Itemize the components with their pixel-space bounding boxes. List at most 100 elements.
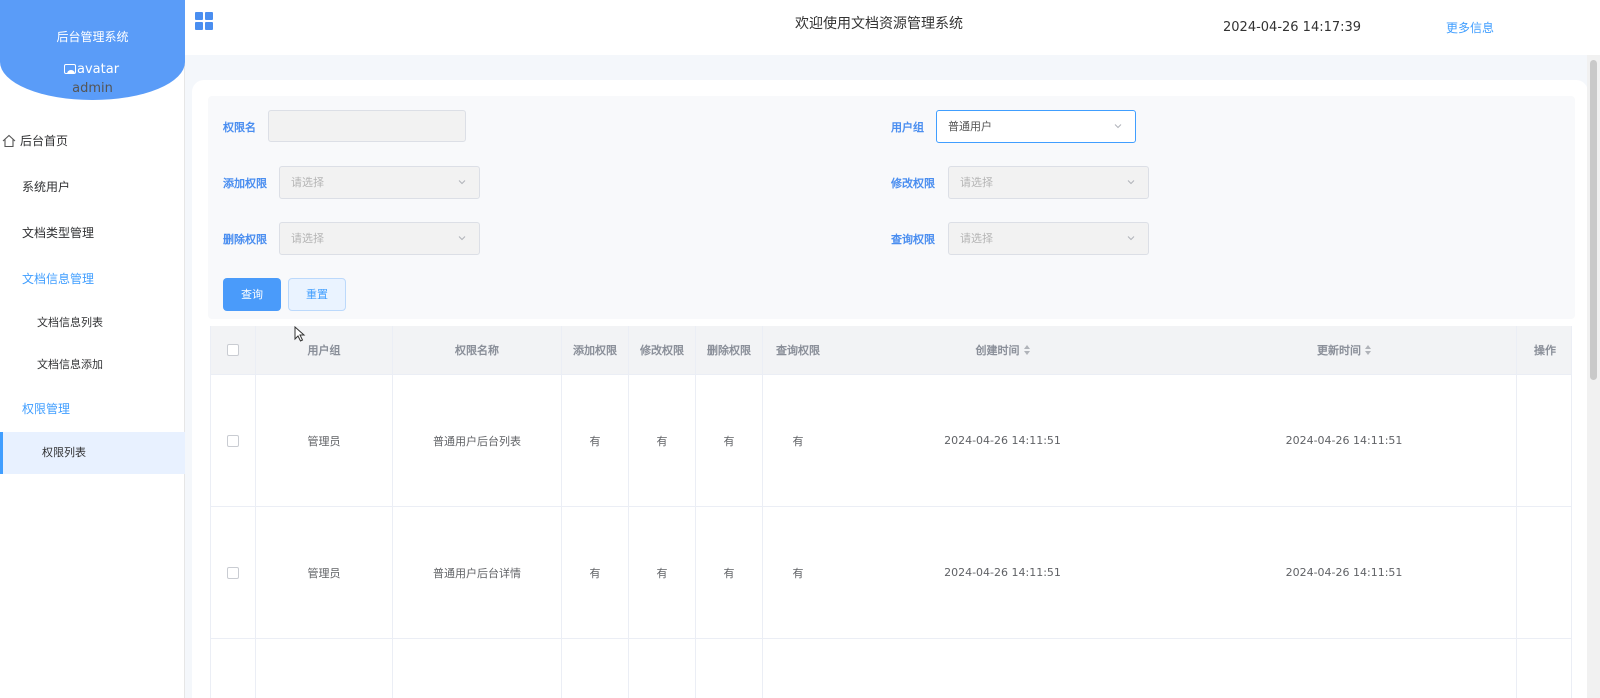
sort-icon[interactable]: [1365, 345, 1371, 355]
welcome-title: 欢迎使用文档资源管理系统: [795, 16, 963, 32]
cell-add-perm: [562, 639, 629, 698]
broken-image-icon: [64, 64, 76, 74]
page-scrollbar[interactable]: [1587, 55, 1600, 698]
cell-created: [833, 639, 1172, 698]
col-actions: 操作: [1534, 344, 1556, 357]
sidebar-item-home[interactable]: 后台首页: [0, 118, 185, 164]
sidebar-item-label: 文档信息添加: [37, 358, 103, 371]
user-group-value: 普通用户: [948, 120, 992, 133]
sidebar-item-sys-users[interactable]: 系统用户: [0, 164, 185, 210]
brand-header: 后台管理系统 avatar admin: [0, 0, 185, 100]
edit-perm-select[interactable]: 请选择: [948, 166, 1149, 199]
query-perm-select[interactable]: 请选择: [948, 222, 1149, 255]
table-header: 用户组 权限名称 添加权限 修改权限 删除权限 查询权限 创建时间 更新时间 操…: [211, 326, 1571, 375]
select-all-checkbox[interactable]: [227, 344, 239, 356]
table-row[interactable]: [211, 639, 1571, 698]
sidebar: 后台管理系统 avatar admin 后台首页 系统用户 文档类型管理 文档信…: [0, 0, 185, 698]
search-button[interactable]: 查询: [223, 278, 281, 311]
cell-user-group: [256, 639, 393, 698]
sidebar-item-doc-info-list[interactable]: 文档信息列表: [0, 302, 185, 344]
sidebar-group-permissions[interactable]: 权限管理: [0, 386, 185, 432]
reset-button[interactable]: 重置: [288, 278, 346, 311]
cell-delete-perm: 有: [696, 507, 763, 638]
col-user-group: 用户组: [256, 326, 393, 375]
user-group-select[interactable]: 普通用户: [936, 110, 1136, 143]
username: admin: [72, 81, 113, 96]
sidebar-item-perm-list[interactable]: 权限列表: [0, 432, 185, 474]
scrollbar-thumb[interactable]: [1590, 60, 1597, 380]
add-perm-label: 添加权限: [223, 177, 267, 190]
more-info-link[interactable]: 更多信息: [1446, 19, 1494, 36]
sidebar-item-label: 后台首页: [20, 134, 69, 148]
sidebar-item-doc-type[interactable]: 文档类型管理: [0, 210, 185, 256]
cell-actions: [1517, 507, 1571, 638]
col-created[interactable]: 创建时间: [833, 326, 1172, 375]
cell-perm-name: 普通用户后台详情: [393, 507, 562, 638]
cell-created: 2024-04-26 14:11:51: [944, 566, 1061, 579]
sidebar-group-doc-info[interactable]: 文档信息管理: [0, 256, 185, 302]
cell-perm-name: 普通用户后台列表: [393, 375, 562, 506]
cell-delete-perm: 有: [696, 375, 763, 506]
chevron-down-icon: [1114, 124, 1122, 129]
permission-table: 用户组 权限名称 添加权限 修改权限 删除权限 查询权限 创建时间 更新时间 操…: [210, 326, 1572, 698]
cell-updated: [1172, 639, 1517, 698]
cell-query-perm: [763, 639, 833, 698]
sort-icon[interactable]: [1023, 345, 1030, 355]
row-checkbox[interactable]: [227, 566, 239, 579]
cell-query-perm: 有: [792, 434, 804, 448]
edit-perm-label: 修改权限: [891, 177, 935, 190]
current-datetime: 2024-04-26 14:17:39: [1223, 20, 1362, 35]
chevron-down-icon: [458, 236, 466, 241]
cell-add-perm: 有: [562, 507, 629, 638]
brand-title: 后台管理系统: [56, 30, 129, 44]
chevron-down-icon: [1127, 180, 1135, 185]
chevron-down-icon: [1127, 236, 1135, 241]
row-checkbox-cell: [211, 639, 256, 698]
sidebar-item-label: 权限列表: [42, 446, 86, 459]
cell-query-perm: 有: [792, 566, 804, 580]
cell-delete-perm: [696, 639, 763, 698]
cell-edit-perm: [629, 639, 696, 698]
sidebar-item-label: 文档信息列表: [37, 316, 103, 329]
cell-actions: [1517, 375, 1571, 506]
col-perm-name: 权限名称: [393, 326, 562, 375]
delete-perm-label: 删除权限: [223, 233, 267, 246]
cell-actions: [1517, 639, 1571, 698]
sidebar-item-doc-info-add[interactable]: 文档信息添加: [0, 344, 185, 386]
cell-perm-name: [393, 639, 562, 698]
sidebar-item-label: 文档信息管理: [22, 272, 95, 286]
cell-updated: 2024-04-26 14:11:51: [1172, 375, 1517, 506]
sidebar-item-label: 权限管理: [22, 402, 71, 416]
col-edit-perm: 修改权限: [629, 326, 696, 375]
cell-user-group: 管理员: [256, 375, 393, 506]
delete-perm-select[interactable]: 请选择: [279, 222, 480, 255]
cell-user-group: 管理员: [256, 507, 393, 638]
col-updated[interactable]: 更新时间: [1172, 326, 1517, 375]
row-checkbox[interactable]: [227, 434, 239, 447]
select-placeholder: 请选择: [960, 176, 993, 189]
table-row[interactable]: 管理员 普通用户后台详情 有 有 有 有 2024-04-26 14:11:51…: [211, 507, 1571, 639]
add-perm-select[interactable]: 请选择: [279, 166, 480, 199]
menu-toggle-grid-icon[interactable]: [195, 12, 213, 30]
mouse-cursor-icon: [294, 326, 306, 342]
col-delete-perm: 删除权限: [696, 326, 763, 375]
avatar[interactable]: avatar: [64, 62, 119, 77]
row-checkbox-cell: [211, 507, 256, 638]
sidebar-item-label: 文档类型管理: [22, 226, 95, 240]
select-all-cell: [211, 326, 256, 375]
cell-edit-perm: 有: [629, 375, 696, 506]
select-placeholder: 请选择: [291, 232, 324, 245]
select-placeholder: 请选择: [960, 232, 993, 245]
user-group-label: 用户组: [891, 121, 924, 134]
perm-name-label: 权限名: [223, 121, 256, 134]
table-row[interactable]: 管理员 普通用户后台列表 有 有 有 有 2024-04-26 14:11:51…: [211, 375, 1571, 507]
select-placeholder: 请选择: [291, 176, 324, 189]
home-icon: [2, 134, 16, 148]
query-perm-label: 查询权限: [891, 233, 935, 246]
perm-name-input[interactable]: [268, 110, 466, 142]
sidebar-item-label: 系统用户: [22, 180, 71, 194]
row-checkbox-cell: [211, 375, 256, 506]
app-root: 后台管理系统 avatar admin 后台首页 系统用户 文档类型管理 文档信…: [0, 0, 1600, 698]
col-add-perm: 添加权限: [562, 326, 629, 375]
cell-updated: 2024-04-26 14:11:51: [1172, 507, 1517, 638]
